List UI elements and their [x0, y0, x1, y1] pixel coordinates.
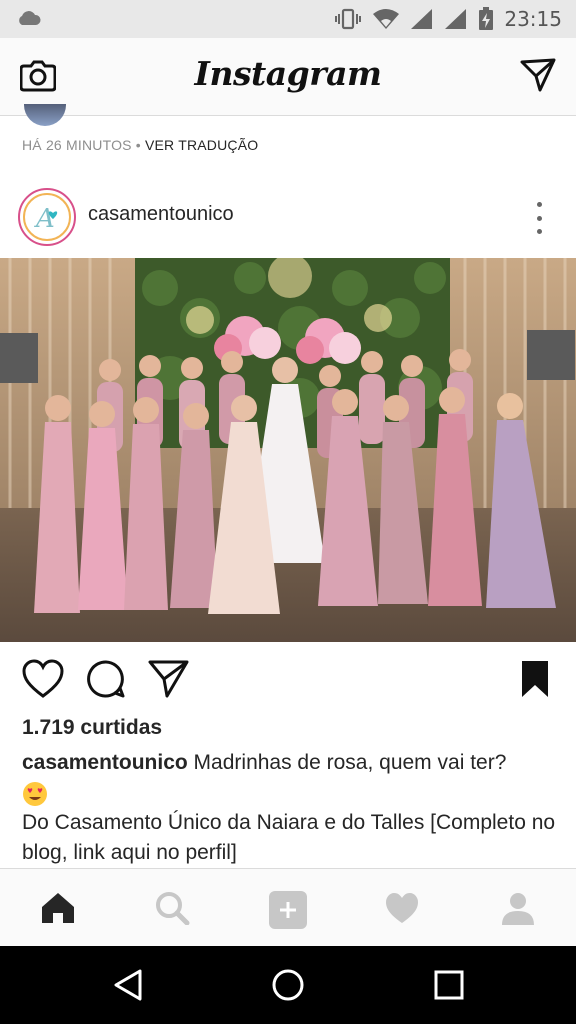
recents-icon[interactable] [432, 968, 466, 1002]
post-username[interactable]: casamentounico [88, 203, 234, 226]
see-translation-link[interactable]: VER TRADUÇÃO [145, 137, 258, 153]
likes-count[interactable]: 1.719 curtidas [22, 716, 162, 740]
avatar-inner: A [23, 193, 71, 241]
bookmark-icon[interactable] [520, 659, 550, 699]
post-actions [0, 655, 576, 705]
post-header: A casamentounico [0, 176, 576, 258]
post-caption: casamentounico Madrinhas de rosa, quem v… [22, 748, 562, 868]
app-header: Instagram [0, 38, 576, 116]
battery-charging-icon [479, 7, 494, 30]
vibrate-icon [335, 8, 362, 30]
add-post-icon[interactable] [268, 891, 308, 929]
meta-separator: • [131, 137, 145, 153]
wifi-icon [373, 9, 400, 29]
caption-body: Do Casamento Único da Naiara e do Talles… [22, 811, 556, 864]
back-icon[interactable] [112, 968, 146, 1002]
comment-icon[interactable] [86, 659, 126, 699]
svg-text:A: A [34, 204, 55, 234]
wedding-photo [0, 258, 576, 642]
status-icons: 23:15 [334, 6, 562, 32]
signal-icon [445, 9, 467, 29]
status-time: 23:15 [504, 7, 562, 31]
android-nav-bar [0, 946, 576, 1024]
instagram-logo: Instagram [194, 54, 382, 93]
status-bar: 23:15 [0, 0, 576, 38]
home-icon[interactable] [40, 891, 76, 925]
previous-post-avatar[interactable] [24, 104, 66, 126]
heart-eyes-emoji [23, 782, 47, 807]
activity-heart-icon[interactable] [384, 891, 420, 925]
more-options-button[interactable] [532, 202, 546, 234]
post-photo[interactable] [0, 258, 576, 642]
bottom-nav [0, 868, 576, 946]
caption-text: Madrinhas de rosa, quem vai ter? [187, 751, 507, 774]
previous-post-meta: HÁ 26 MINUTOS • VER TRADUÇÃO [22, 137, 258, 153]
heart-icon[interactable] [22, 659, 64, 699]
home-circle-icon[interactable] [271, 968, 305, 1002]
signal-icon [411, 9, 433, 29]
share-icon[interactable] [148, 659, 190, 699]
search-icon[interactable] [154, 891, 190, 925]
brand-logo: A [34, 204, 58, 234]
direct-message-icon[interactable] [520, 58, 556, 92]
caption-username[interactable]: casamentounico [22, 751, 188, 774]
time-ago: HÁ 26 MINUTOS [22, 137, 132, 153]
cloud-icon [19, 11, 41, 25]
post-avatar[interactable]: A [18, 188, 76, 246]
profile-icon[interactable] [500, 891, 536, 925]
